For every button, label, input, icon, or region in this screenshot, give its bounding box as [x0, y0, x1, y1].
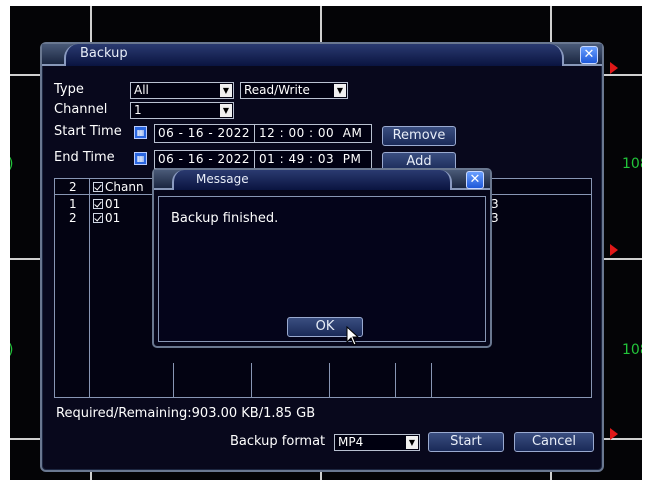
channel-label: Channel	[54, 102, 108, 117]
mode-select[interactable]: Read/Write ▼	[240, 82, 348, 99]
record-marker-icon	[610, 428, 618, 440]
row-index: 2	[69, 211, 77, 225]
chevron-down-icon: ▼	[406, 436, 418, 449]
row-channel[interactable]: 01	[93, 211, 120, 225]
row-checkbox[interactable]	[93, 199, 103, 209]
required-remaining-text: Required/Remaining:903.00 KB/1.85 GB	[56, 406, 316, 421]
row-index: 1	[69, 197, 77, 211]
start-button[interactable]: Start	[428, 432, 504, 452]
dialog-body: Backup finished. OK	[158, 196, 486, 342]
channel-select[interactable]: 1 ▼	[130, 102, 234, 119]
end-date[interactable]: 06 - 16 - 2022	[158, 151, 250, 168]
dialog-message: Backup finished.	[171, 211, 279, 226]
backup-format-select[interactable]: MP4 ▼	[334, 434, 420, 451]
remove-button[interactable]: Remove	[382, 126, 456, 146]
type-label: Type	[54, 82, 84, 97]
end-ampm[interactable]: PM	[343, 151, 362, 168]
start-time[interactable]: 12 : 00 : 00	[259, 125, 334, 142]
channel-number: 108	[622, 156, 642, 172]
channel-number: 108	[622, 342, 642, 358]
cancel-button[interactable]: Cancel	[514, 432, 594, 452]
chevron-down-icon: ▼	[220, 104, 232, 117]
channel-paren: )	[10, 342, 13, 358]
row-channel[interactable]: 01	[93, 197, 120, 211]
mode-value: Read/Write	[244, 83, 310, 97]
row-checkbox[interactable]	[93, 213, 103, 223]
channel-paren: )	[10, 156, 13, 172]
backup-format-value: MP4	[338, 435, 364, 449]
calendar-icon[interactable]: ▦	[134, 126, 147, 139]
channel-column-header[interactable]: Chann	[93, 180, 144, 194]
channel-value: 1	[134, 103, 142, 117]
start-time-field[interactable]: 06 - 16 - 2022 12 : 00 : 00 AM	[154, 124, 372, 143]
chevron-down-icon: ▼	[220, 84, 232, 97]
message-dialog: Message ✕ Backup finished. OK	[152, 168, 492, 348]
close-icon[interactable]: ✕	[466, 171, 484, 189]
dialog-title-bar: Message ✕	[154, 170, 490, 190]
row-tail: 3	[491, 197, 499, 211]
select-all-checkbox[interactable]	[93, 182, 103, 192]
list-count: 2	[69, 180, 77, 194]
type-value: All	[134, 83, 149, 97]
start-time-label: Start Time	[54, 124, 122, 139]
backup-format-label: Backup format	[230, 434, 326, 449]
close-icon[interactable]: ✕	[580, 46, 598, 64]
window-title-tab	[64, 44, 564, 66]
dialog-title: Message	[196, 172, 249, 186]
row-tail: 3	[491, 211, 499, 225]
record-marker-icon	[610, 244, 618, 256]
window-title-bar: Backup ✕	[42, 44, 602, 66]
end-time-label: End Time	[54, 150, 115, 165]
chevron-down-icon: ▼	[334, 84, 346, 97]
end-time-field[interactable]: 06 - 16 - 2022 01 : 49 : 03 PM	[154, 150, 372, 169]
start-ampm[interactable]: AM	[343, 125, 363, 142]
record-marker-icon	[610, 62, 618, 74]
window-title: Backup	[80, 46, 128, 61]
end-time[interactable]: 01 : 49 : 03	[259, 151, 334, 168]
calendar-icon[interactable]: ▦	[134, 152, 147, 165]
start-date[interactable]: 06 - 16 - 2022	[158, 125, 250, 142]
mouse-pointer-icon	[346, 326, 360, 346]
type-select[interactable]: All ▼	[130, 82, 234, 99]
